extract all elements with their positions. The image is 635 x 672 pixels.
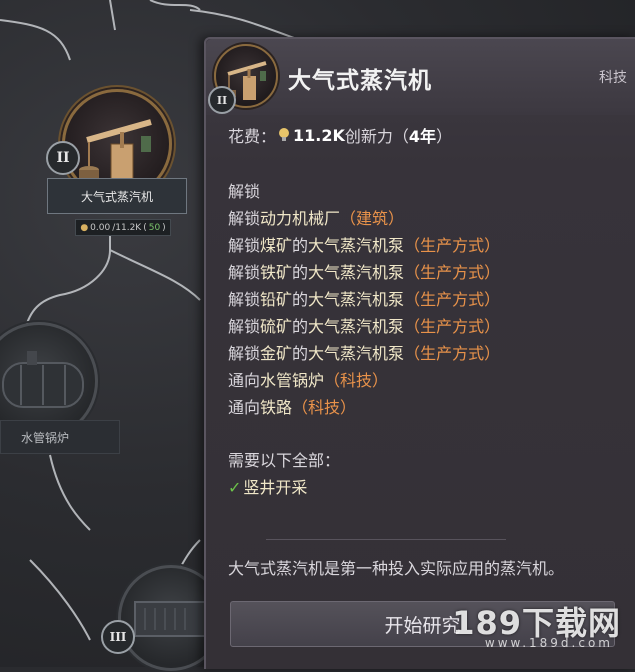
boiler-node-name: 水管锅炉 <box>21 430 70 445</box>
unlock-target: 铁路 <box>260 398 293 417</box>
lightbulb-icon: ● <box>80 222 89 233</box>
unlock-prefix: 通向 <box>228 398 261 417</box>
unlock-tag: （生产方式） <box>404 317 501 336</box>
unlock-target: 煤矿 <box>260 236 293 255</box>
unlock-prefix: 解锁 <box>228 317 261 336</box>
unlock-prefix: 解锁 <box>228 344 261 363</box>
unlock-item[interactable]: 解锁动力机械厂（建筑） <box>228 205 500 232</box>
cost-duration-close: ） <box>436 127 453 146</box>
unlock-tag: （科技） <box>324 371 389 390</box>
unlock-target-secondary: 大气蒸汽机泵 <box>308 263 405 282</box>
cost-resource: 创新力 <box>344 127 393 146</box>
tooltip-level-badge: II <box>208 86 236 114</box>
progress-value: 0.00 <box>90 222 111 233</box>
unlock-prefix: 解锁 <box>228 209 261 228</box>
lightbulb-icon <box>279 128 290 141</box>
tech-description: 大气式蒸汽机是第一种投入实际应用的蒸汽机。 <box>228 559 565 578</box>
unlocks-heading: 解锁 <box>228 182 261 201</box>
requirement-item: ✓ 竖井开采 <box>228 474 340 501</box>
unlock-tag: （生产方式） <box>404 263 501 282</box>
unlock-item[interactable]: 通向铁路（科技） <box>228 394 500 421</box>
cost-amount: 11.2K <box>293 125 345 145</box>
unlock-connector: 的 <box>292 290 309 309</box>
unlock-tag: （生产方式） <box>404 344 501 363</box>
divider <box>266 539 506 540</box>
unlock-item[interactable]: 通向水管锅炉（科技） <box>228 367 500 394</box>
tech-node-progress: ● 0.00/11.2K (50) <box>75 219 171 236</box>
tech-level-badge-rail: III <box>101 620 135 654</box>
unlock-target: 金矿 <box>260 344 293 363</box>
paren-close: ) <box>162 222 166 233</box>
progress-count: 50 <box>148 222 161 233</box>
unlock-prefix: 通向 <box>228 371 261 390</box>
unlock-item[interactable]: 解锁煤矿的大气蒸汽机泵（生产方式） <box>228 232 500 259</box>
progress-total: /11.2K <box>112 222 142 233</box>
unlock-item[interactable]: 解锁铁矿的大气蒸汽机泵（生产方式） <box>228 259 500 286</box>
tooltip-title: 大气式蒸汽机 <box>288 68 432 94</box>
tooltip-category: 科技 <box>599 70 627 86</box>
unlock-connector: 的 <box>292 317 309 336</box>
unlock-connector: 的 <box>292 236 309 255</box>
unlock-prefix: 解锁 <box>228 263 261 282</box>
unlock-prefix: 解锁 <box>228 290 261 309</box>
cost-label: 花费： <box>228 127 277 146</box>
requirement-label: 竖井开采 <box>243 478 308 497</box>
unlock-target-secondary: 大气蒸汽机泵 <box>308 236 405 255</box>
unlock-prefix: 解锁 <box>228 236 261 255</box>
unlock-target: 铁矿 <box>260 263 293 282</box>
unlock-connector: 的 <box>292 263 309 282</box>
tooltip-header: II 大气式蒸汽机 科技 <box>206 39 635 115</box>
unlock-tag: （科技） <box>292 398 357 417</box>
unlock-item[interactable]: 解锁铅矿的大气蒸汽机泵（生产方式） <box>228 286 500 313</box>
unlock-tag: （生产方式） <box>404 290 501 309</box>
unlock-target-secondary: 大气蒸汽机泵 <box>308 290 405 309</box>
cost-duration: 4年 <box>408 127 437 146</box>
paren-open: ( <box>143 222 147 233</box>
unlock-target-secondary: 大气蒸汽机泵 <box>308 317 405 336</box>
unlock-tag: （生产方式） <box>404 236 501 255</box>
cost-row: 花费： 11.2K 创新力 （4年） <box>228 123 452 147</box>
checkmark-icon: ✓ <box>228 478 242 497</box>
unlocks-list: 解锁动力机械厂（建筑） 解锁煤矿的大气蒸汽机泵（生产方式） 解锁铁矿的大气蒸汽机泵（… <box>228 205 500 421</box>
tech-level-badge: II <box>46 141 80 175</box>
unlock-target: 水管锅炉 <box>260 371 325 390</box>
requirements-section: 需要以下全部： ✓ 竖井开采 <box>228 447 340 501</box>
unlock-target: 硫矿 <box>260 317 293 336</box>
unlock-target-secondary: 大气蒸汽机泵 <box>308 344 405 363</box>
unlocks-section: 解锁 解锁动力机械厂（建筑） 解锁煤矿的大气蒸汽机泵（生产方式） 解锁铁矿的大气蒸汽… <box>228 178 500 421</box>
unlock-item[interactable]: 解锁金矿的大气蒸汽机泵（生产方式） <box>228 340 500 367</box>
unlock-tag: （建筑） <box>340 209 405 228</box>
requirements-heading: 需要以下全部： <box>228 451 341 470</box>
unlock-target: 铅矿 <box>260 290 293 309</box>
tech-tooltip-panel: II 大气式蒸汽机 科技 花费： 11.2K 创新力 （4年） 解锁 解锁动力机… <box>204 37 635 669</box>
unlock-connector: 的 <box>292 344 309 363</box>
cost-duration-open: （ <box>392 127 409 146</box>
tech-node-label[interactable]: 大气式蒸汽机 <box>47 178 187 214</box>
watermark-url: www.189d.com <box>484 636 613 650</box>
unlock-item[interactable]: 解锁硫矿的大气蒸汽机泵（生产方式） <box>228 313 500 340</box>
unlock-target: 动力机械厂 <box>260 209 341 228</box>
tech-node-name: 大气式蒸汽机 <box>80 189 153 204</box>
tech-node-boiler-label[interactable]: 水管锅炉 <box>0 420 120 454</box>
